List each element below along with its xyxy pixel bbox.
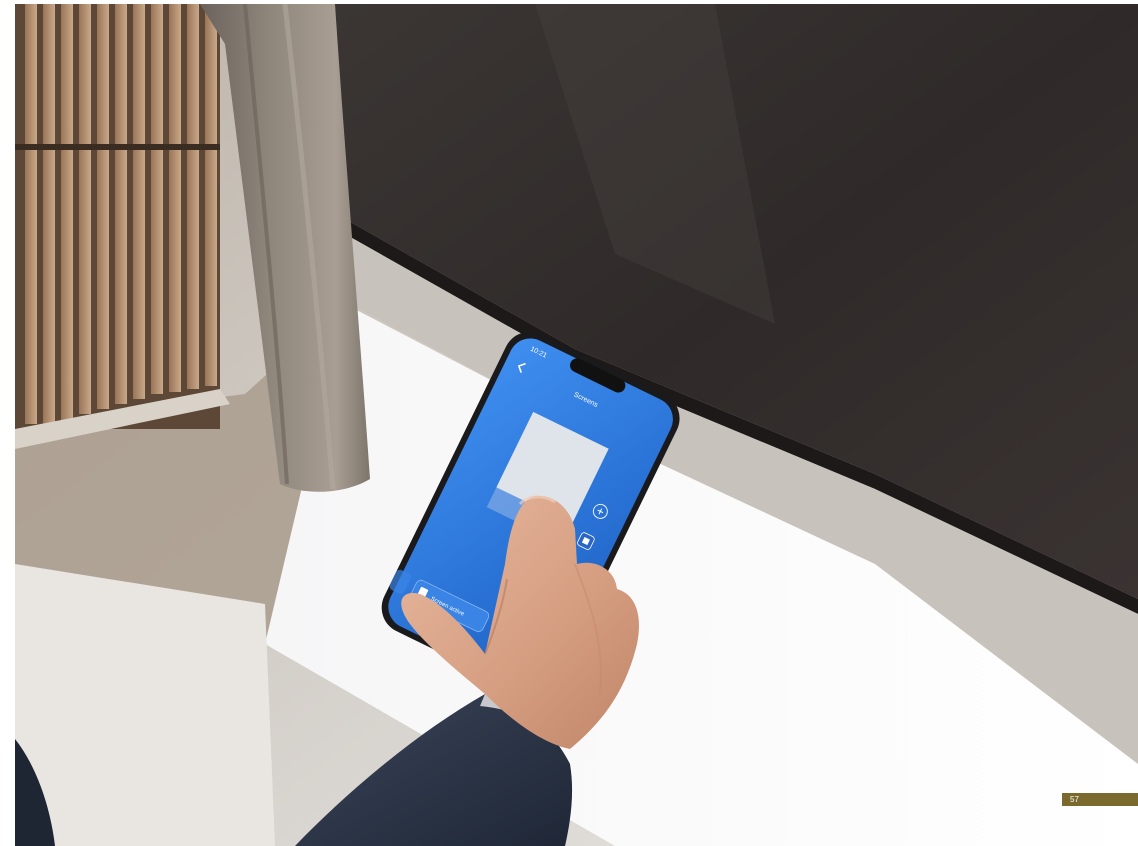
window-blind-slats xyxy=(25,4,217,424)
window-frame-bar xyxy=(15,144,220,150)
photo-scene: 10:21 Screens Screen active xyxy=(15,4,1138,846)
page: 10:21 Screens Screen active 57 xyxy=(0,0,1138,846)
page-number: 57 xyxy=(1070,795,1079,804)
left-floor-tile xyxy=(15,564,275,846)
photograph-hand-holding-phone: 10:21 Screens Screen active xyxy=(15,4,1138,846)
page-number-tab: 57 xyxy=(1062,793,1138,806)
